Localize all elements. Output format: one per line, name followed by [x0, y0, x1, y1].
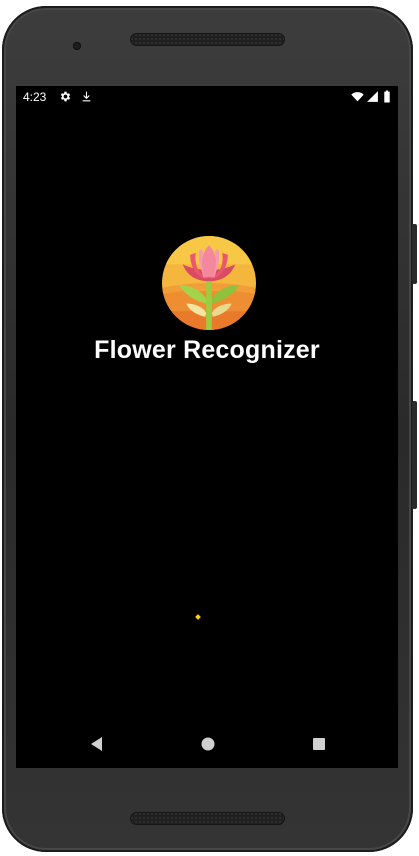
- wifi-icon: [351, 92, 364, 102]
- navigation-bar: [16, 720, 398, 768]
- front-camera: [73, 42, 81, 50]
- app-title: Flower Recognizer: [94, 336, 320, 364]
- settings-icon: [60, 91, 71, 102]
- power-button: [412, 224, 417, 284]
- recents-icon[interactable]: [309, 734, 329, 754]
- back-icon[interactable]: [87, 734, 107, 754]
- status-time: 4:23: [23, 90, 47, 104]
- screen: 4:23 Flower Recognizer: [16, 86, 398, 768]
- bottom-speaker-grille: [130, 812, 285, 825]
- top-speaker-grille: [130, 33, 285, 46]
- flower-logo-icon: [162, 236, 256, 330]
- cell-signal-icon: [367, 91, 378, 102]
- download-icon: [82, 91, 91, 102]
- volume-button: [412, 401, 417, 509]
- status-bar: 4:23: [16, 86, 398, 108]
- battery-icon: [384, 90, 390, 103]
- loading-indicator: [195, 614, 201, 620]
- home-icon[interactable]: [198, 734, 218, 754]
- phone-frame: 4:23 Flower Recognizer: [2, 6, 417, 852]
